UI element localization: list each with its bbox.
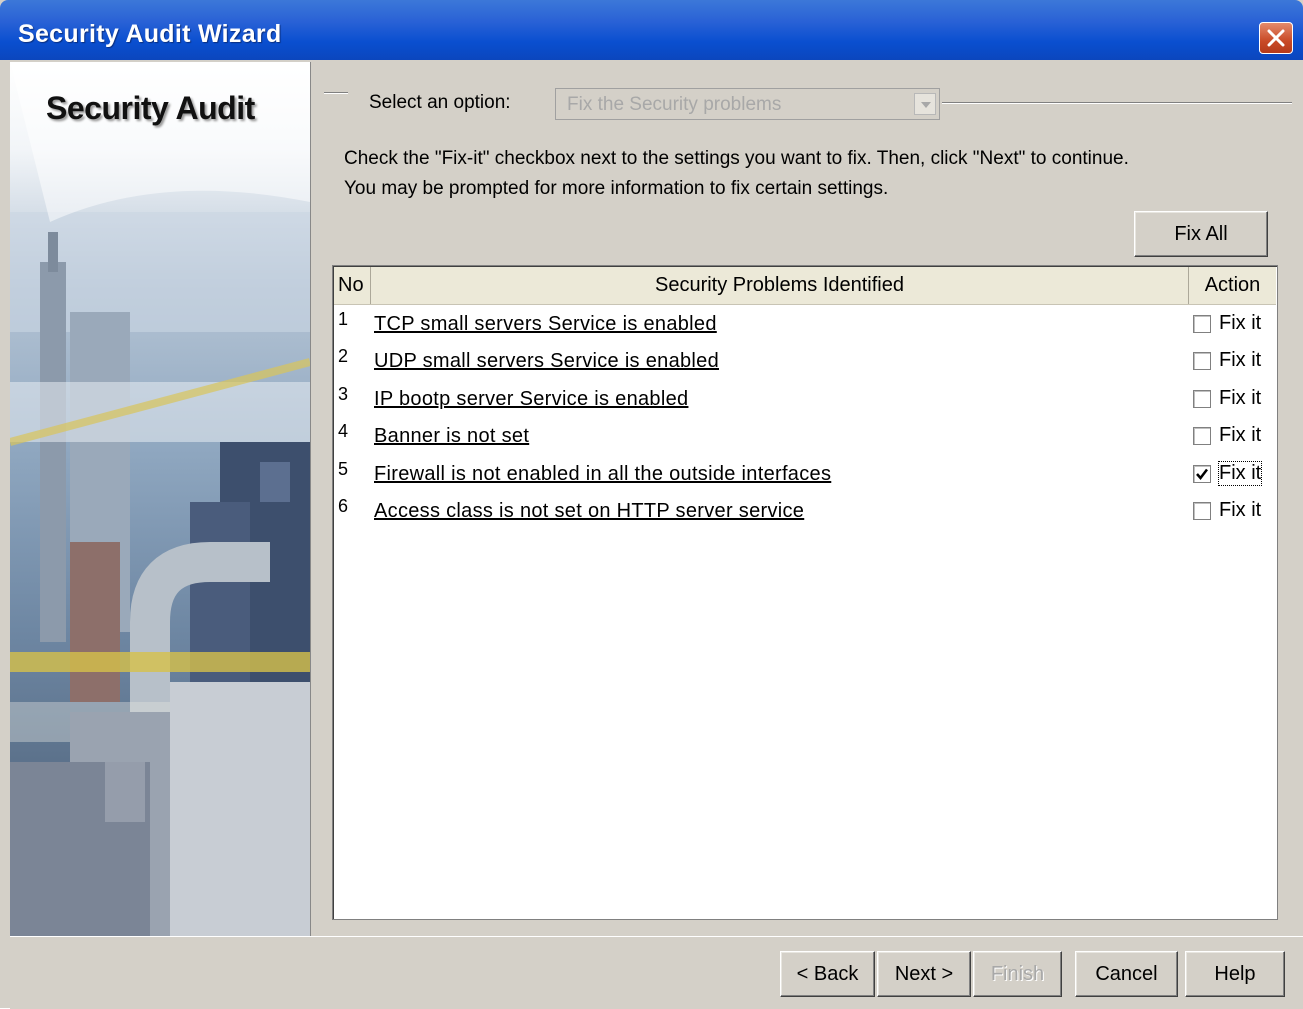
option-label: Select an option: xyxy=(369,92,511,113)
fix-it-label[interactable]: Fix it xyxy=(1219,312,1261,335)
sidebar-title: Security Audit xyxy=(46,90,255,126)
button-bar: < Back Next > Finish Cancel Help xyxy=(10,936,1303,1009)
table-header: No Security Problems Identified Action xyxy=(334,267,1276,305)
group-border-left xyxy=(324,92,348,94)
fix-it-control[interactable]: Fix it xyxy=(1189,461,1276,491)
option-dropdown[interactable]: Fix the Security problems xyxy=(555,88,940,120)
row-number: 1 xyxy=(338,309,349,329)
cancel-button[interactable]: Cancel xyxy=(1075,951,1178,997)
fix-it-checkbox[interactable] xyxy=(1193,352,1211,370)
cancel-label: Cancel xyxy=(1095,963,1158,985)
problems-table: No Security Problems Identified Action 1… xyxy=(332,265,1278,920)
close-button[interactable] xyxy=(1259,22,1293,54)
group-border-right xyxy=(942,102,1292,104)
fix-it-checkbox[interactable] xyxy=(1193,465,1211,483)
fix-it-label[interactable]: Fix it xyxy=(1219,499,1261,522)
security-illustration xyxy=(10,62,310,936)
row-number: 5 xyxy=(338,459,349,479)
back-button[interactable]: < Back xyxy=(780,951,875,997)
wizard-window: Security Audit Wizard Security Audit Sel… xyxy=(0,0,1303,1009)
option-dropdown-value: Fix the Security problems xyxy=(567,94,782,115)
help-button[interactable]: Help xyxy=(1185,951,1285,997)
dropdown-button[interactable] xyxy=(914,93,936,115)
back-label: < Back xyxy=(796,963,859,985)
problem-link[interactable]: TCP small servers Service is enabled xyxy=(374,313,717,336)
table-row: 5 Firewall is not enabled in all the out… xyxy=(334,457,1276,494)
table-row: 2 UDP small servers Service is enabled F… xyxy=(334,344,1276,381)
problem-link[interactable]: IP bootp server Service is enabled xyxy=(374,388,688,411)
problem-link[interactable]: Firewall is not enabled in all the outsi… xyxy=(374,463,831,486)
fix-it-control[interactable]: Fix it xyxy=(1189,423,1276,453)
row-number: 4 xyxy=(338,421,349,441)
close-icon xyxy=(1267,29,1285,47)
next-button[interactable]: Next > xyxy=(877,951,971,997)
table-row: 6 Access class is not set on HTTP server… xyxy=(334,494,1276,531)
problem-link[interactable]: UDP small servers Service is enabled xyxy=(374,350,719,373)
fix-it-checkbox[interactable] xyxy=(1193,390,1211,408)
row-number: 6 xyxy=(338,496,349,516)
fix-it-label[interactable]: Fix it xyxy=(1219,349,1261,372)
fix-all-label: Fix All xyxy=(1174,223,1228,245)
instructions-line-2: You may be prompted for more information… xyxy=(344,178,889,199)
main-panel: Select an option: Fix the Security probl… xyxy=(312,62,1303,936)
column-header-action[interactable]: Action xyxy=(1189,267,1276,304)
fix-it-checkbox[interactable] xyxy=(1193,502,1211,520)
table-row: 1 TCP small servers Service is enabled F… xyxy=(334,307,1276,344)
fix-it-checkbox[interactable] xyxy=(1193,427,1211,445)
fix-it-control[interactable]: Fix it xyxy=(1189,311,1276,341)
fix-all-button[interactable]: Fix All xyxy=(1134,211,1268,257)
sidebar-banner: Security Audit xyxy=(10,62,311,936)
row-number: 2 xyxy=(338,346,349,366)
instructions-line-1: Check the "Fix-it" checkbox next to the … xyxy=(344,148,1129,169)
fix-it-label[interactable]: Fix it xyxy=(1217,461,1263,486)
table-row: 4 Banner is not set Fix it xyxy=(334,419,1276,456)
finish-label: Finish xyxy=(990,963,1045,985)
help-label: Help xyxy=(1214,963,1256,985)
dropdown-arrow-icon xyxy=(921,102,931,108)
window-title: Security Audit Wizard xyxy=(18,20,282,48)
column-header-problem[interactable]: Security Problems Identified xyxy=(371,267,1189,304)
row-number: 3 xyxy=(338,384,349,404)
problem-link[interactable]: Banner is not set xyxy=(374,425,529,448)
finish-button[interactable]: Finish xyxy=(973,951,1062,997)
fix-it-label[interactable]: Fix it xyxy=(1219,424,1261,447)
fix-it-control[interactable]: Fix it xyxy=(1189,348,1276,378)
fix-it-control[interactable]: Fix it xyxy=(1189,498,1276,528)
problem-link[interactable]: Access class is not set on HTTP server s… xyxy=(374,500,804,523)
fix-it-checkbox[interactable] xyxy=(1193,315,1211,333)
table-row: 3 IP bootp server Service is enabled Fix… xyxy=(334,382,1276,419)
fix-it-control[interactable]: Fix it xyxy=(1189,386,1276,416)
instructions-text: Check the "Fix-it" checkbox next to the … xyxy=(344,144,1294,204)
checkmark-icon xyxy=(1196,468,1208,480)
column-header-no[interactable]: No xyxy=(334,267,371,304)
next-label: Next > xyxy=(894,963,954,985)
fix-it-label[interactable]: Fix it xyxy=(1219,387,1261,410)
title-bar[interactable]: Security Audit Wizard xyxy=(0,0,1303,60)
